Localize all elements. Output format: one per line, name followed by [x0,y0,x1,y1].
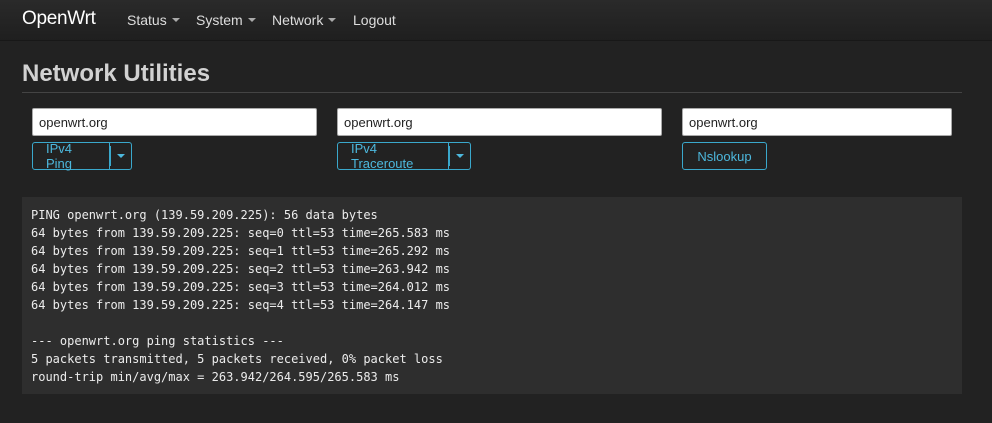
chevron-down-icon [455,154,464,158]
nav-logout-link[interactable]: Logout [353,12,396,28]
nav-network-menu[interactable]: Network [272,12,337,28]
page-title: Network Utilities [22,60,211,87]
ping-button-group: IPv4 Ping [32,141,132,171]
traceroute-button-group: IPv4 Traceroute [337,141,471,171]
output-line: 64 bytes from 139.59.209.225: seq=1 ttl=… [31,244,451,258]
command-output: PING openwrt.org (139.59.209.225): 56 da… [22,197,962,394]
nav-status-label: Status [127,12,167,28]
output-line: 64 bytes from 139.59.209.225: seq=4 ttl=… [31,298,451,312]
output-line: 64 bytes from 139.59.209.225: seq=2 ttl=… [31,262,451,276]
ipv4-ping-button[interactable]: IPv4 Ping [32,141,110,171]
ipv4-traceroute-button[interactable]: IPv4 Traceroute [337,141,449,171]
nslookup-button[interactable]: Nslookup [682,142,767,170]
nav-system-menu[interactable]: System [196,12,256,28]
nslookup-button-group: Nslookup [682,142,767,170]
title-divider [22,92,962,93]
ping-dropdown-toggle[interactable] [110,142,132,170]
output-line: 5 packets transmitted, 5 packets receive… [31,352,443,366]
output-line: 64 bytes from 139.59.209.225: seq=3 ttl=… [31,280,451,294]
output-line: 64 bytes from 139.59.209.225: seq=0 ttl=… [31,226,451,240]
chevron-down-icon [247,18,256,23]
top-navbar: OpenWrt Status System Network Logout [0,0,992,41]
nslookup-host-input[interactable] [682,108,952,136]
chevron-down-icon [328,18,337,23]
ipv4-traceroute-button-label: IPv4 Traceroute [351,141,414,171]
nav-network-label: Network [272,12,324,28]
brand-logo[interactable]: OpenWrt [22,8,96,30]
traceroute-dropdown-toggle[interactable] [449,142,471,170]
ping-host-input[interactable] [32,108,317,136]
ipv4-ping-button-label: IPv4 Ping [46,141,73,171]
nav-system-label: System [196,12,243,28]
output-line: round-trip min/avg/max = 263.942/264.595… [31,370,400,384]
output-line: PING openwrt.org (139.59.209.225): 56 da… [31,208,378,222]
nav-status-menu[interactable]: Status [127,12,180,28]
chevron-down-icon [116,154,125,158]
chevron-down-icon [171,18,180,23]
nslookup-button-label: Nslookup [697,148,752,164]
output-line: --- openwrt.org ping statistics --- [31,334,284,348]
traceroute-host-input[interactable] [337,108,662,136]
